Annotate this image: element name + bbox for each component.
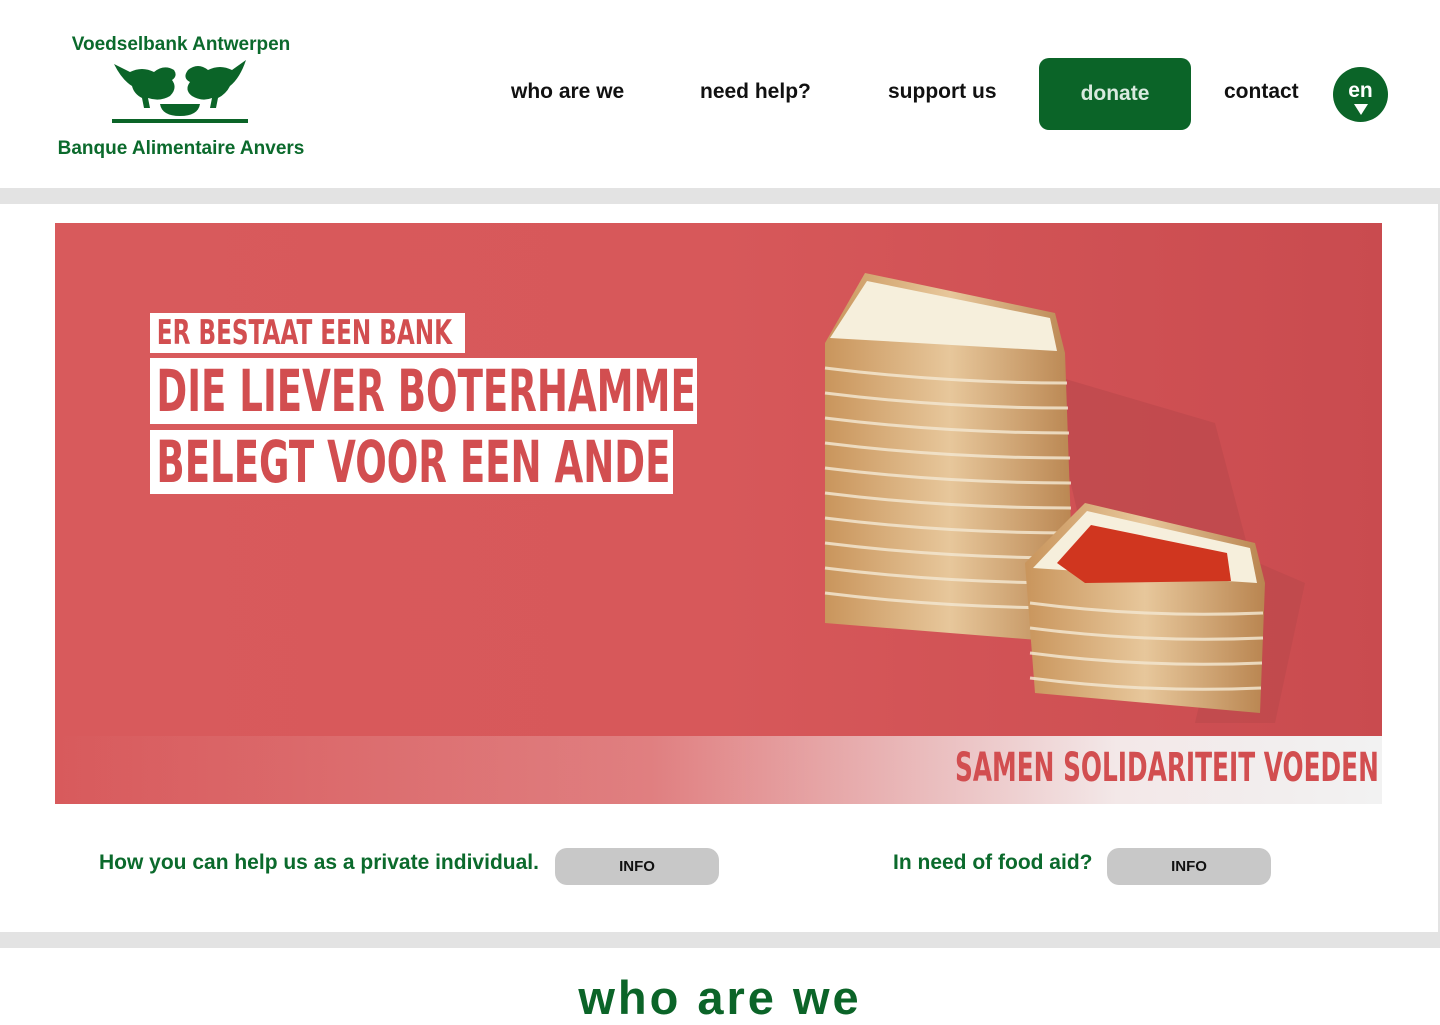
- hero-banner[interactable]: ER BESTAAT EEN BANK DIE LIEVER BOTERHAMM…: [55, 223, 1382, 804]
- birds-logo-icon: [112, 60, 248, 123]
- language-code: en: [1348, 79, 1373, 102]
- logo-name-nl: Voedselbank Antwerpen: [71, 34, 291, 55]
- nav-contact[interactable]: contact: [1224, 80, 1299, 104]
- logo[interactable]: Voedselbank Antwerpen Banque Alimentaire…: [40, 30, 320, 170]
- nav-who-are-we[interactable]: who are we: [511, 80, 624, 104]
- section-divider-2: [0, 932, 1440, 948]
- section-divider: [0, 188, 1440, 204]
- language-selector[interactable]: en: [1333, 67, 1388, 122]
- site-header: Voedselbank Antwerpen Banque Alimentaire…: [0, 0, 1440, 188]
- hero-tagline: SAMEN SOLIDARITEIT VOEDEN: [955, 745, 1379, 791]
- logo-name-fr: Banque Alimentaire Anvers: [57, 138, 305, 159]
- donate-button[interactable]: donate: [1039, 58, 1191, 130]
- nav-support-us[interactable]: support us: [888, 80, 997, 104]
- bread-stack-image: [824, 273, 1305, 723]
- food-aid-text: In need of food aid?: [893, 851, 1093, 874]
- who-are-we-heading: who are we: [578, 971, 862, 1024]
- hero-headline-line1: ER BESTAAT EEN BANK: [150, 313, 465, 353]
- hero-headline-line2: DIE LIEVER BOTERHAMMEN: [150, 358, 697, 424]
- individual-info-button[interactable]: INFO: [555, 848, 719, 885]
- nav-need-help[interactable]: need help?: [700, 80, 811, 104]
- hero-headline-line3: BELEGT VOOR EEN ANDER.: [150, 430, 673, 494]
- food-aid-info-button[interactable]: INFO: [1107, 848, 1271, 885]
- individual-help-text: How you can help us as a private individ…: [99, 851, 539, 874]
- chevron-down-icon: [1354, 104, 1368, 115]
